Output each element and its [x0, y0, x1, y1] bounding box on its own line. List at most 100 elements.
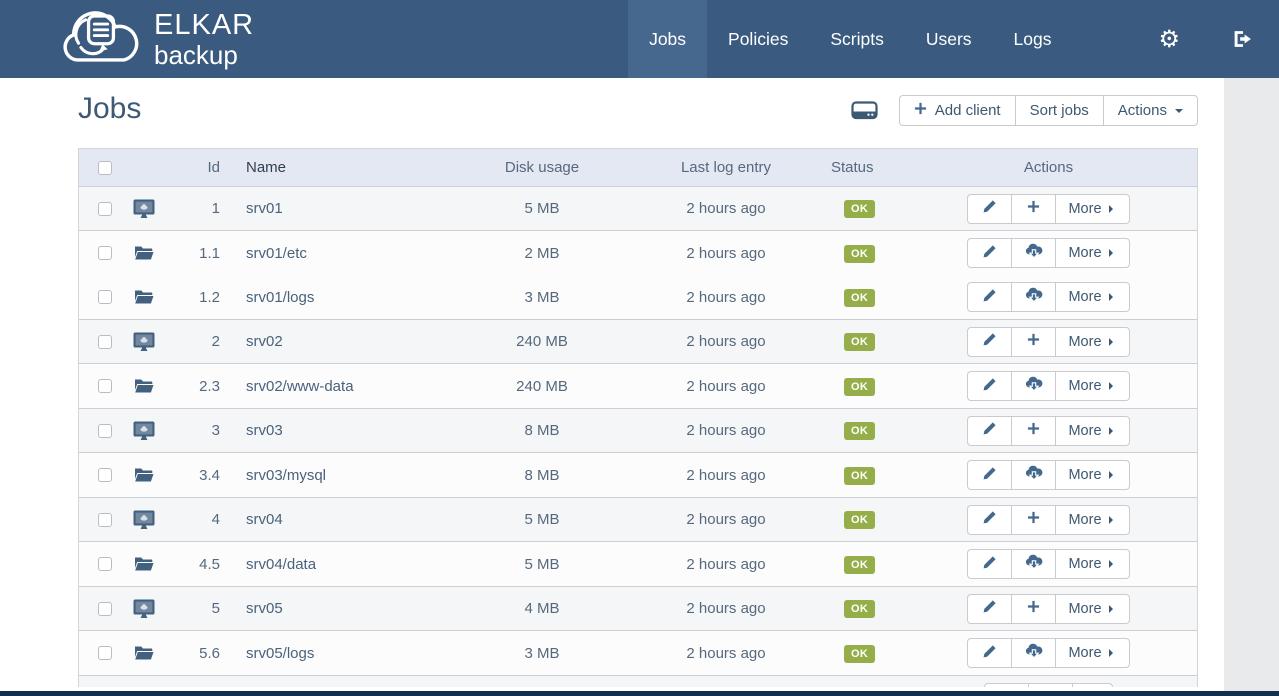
more-label: More: [1068, 512, 1101, 528]
restore-button[interactable]: [1011, 282, 1055, 312]
more-button[interactable]: More: [1055, 594, 1129, 624]
add-job-button[interactable]: [1011, 594, 1055, 624]
edit-button[interactable]: [967, 460, 1011, 490]
restore-button[interactable]: [1011, 238, 1055, 268]
brand-text: ELKAR backup: [154, 11, 254, 68]
actions-dropdown-button[interactable]: Actions: [1103, 95, 1198, 126]
pencil-icon: [982, 377, 997, 396]
more-label: More: [1068, 556, 1101, 572]
restore-button[interactable]: [1011, 371, 1055, 401]
more-button[interactable]: More: [1055, 549, 1129, 579]
row-id: 1.1: [166, 245, 224, 262]
chevron-right-icon: [1109, 471, 1117, 479]
nav-item-logs[interactable]: Logs: [993, 0, 1073, 78]
pencil-icon: [982, 332, 997, 351]
restore-button[interactable]: [1011, 638, 1055, 668]
nav-item-policies[interactable]: Policies: [707, 0, 809, 78]
row-name[interactable]: srv04: [224, 511, 442, 528]
edit-button[interactable]: [967, 549, 1011, 579]
more-button[interactable]: More: [1055, 505, 1129, 535]
row-name[interactable]: srv01/logs: [224, 289, 442, 306]
edit-button[interactable]: [967, 282, 1011, 312]
row-name[interactable]: srv02: [224, 333, 442, 350]
logout-icon[interactable]: [1206, 29, 1279, 49]
more-button[interactable]: More: [1055, 238, 1129, 268]
row-checkbox[interactable]: [98, 557, 112, 571]
row-checkbox[interactable]: [98, 602, 112, 616]
more-button[interactable]: [1072, 683, 1113, 687]
add-job-button[interactable]: [1011, 327, 1055, 357]
row-checkbox[interactable]: [98, 379, 112, 393]
cloud-restore-icon: [1025, 376, 1043, 396]
row-checkbox[interactable]: [98, 290, 112, 304]
row-checkbox[interactable]: [98, 468, 112, 482]
row-checkbox[interactable]: [98, 335, 112, 349]
chevron-right-icon: [1109, 649, 1117, 657]
row-name[interactable]: srv05: [224, 600, 442, 617]
last-log-column-header: Last log entry: [642, 159, 810, 176]
page-title: Jobs: [78, 92, 141, 126]
restore-button[interactable]: [1011, 460, 1055, 490]
more-label: More: [1068, 245, 1101, 261]
more-button[interactable]: More: [1055, 327, 1129, 357]
more-button[interactable]: More: [1055, 371, 1129, 401]
disk-usage-icon[interactable]: [851, 100, 878, 122]
settings-gear-icon[interactable]: ⚙: [1132, 27, 1206, 51]
row-name[interactable]: srv01/etc: [224, 245, 442, 262]
row-checkbox[interactable]: [98, 424, 112, 438]
more-button[interactable]: More: [1055, 194, 1129, 224]
pencil-icon: [982, 199, 997, 218]
row-checkbox[interactable]: [98, 646, 112, 660]
nav-item-jobs[interactable]: Jobs: [628, 0, 707, 78]
edit-button[interactable]: [967, 594, 1011, 624]
actions-label: Actions: [1118, 102, 1167, 119]
nav-item-users[interactable]: Users: [905, 0, 993, 78]
add-job-button[interactable]: [1011, 416, 1055, 446]
cloud-restore-icon: [1025, 643, 1043, 663]
row-checkbox[interactable]: [98, 246, 112, 260]
row-name[interactable]: srv02/www-data: [224, 378, 442, 395]
edit-button[interactable]: [967, 638, 1011, 668]
edit-button[interactable]: [967, 371, 1011, 401]
add-client-button[interactable]: Add client: [899, 95, 1015, 126]
select-all-checkbox[interactable]: [98, 161, 112, 175]
row-name[interactable]: srv03/mysql: [224, 467, 442, 484]
more-button[interactable]: More: [1055, 416, 1129, 446]
row-name[interactable]: srv05/logs: [224, 645, 442, 662]
row-name[interactable]: srv03: [224, 422, 442, 439]
row-name[interactable]: srv04/data: [224, 556, 442, 573]
edit-button[interactable]: [967, 416, 1011, 446]
row-actions-group: More: [967, 594, 1129, 624]
row-last-log: 2 hours ago: [642, 333, 810, 350]
client-monitor-icon: [121, 199, 166, 219]
more-button[interactable]: More: [1055, 638, 1129, 668]
row-disk-usage: 240 MB: [442, 378, 642, 395]
status-column-header: Status: [810, 159, 950, 176]
more-button[interactable]: More: [1055, 460, 1129, 490]
row-checkbox[interactable]: [98, 202, 112, 216]
restore-button[interactable]: [1011, 549, 1055, 579]
more-label: More: [1068, 289, 1101, 305]
status-cell: OK: [810, 644, 950, 663]
edit-button[interactable]: [984, 683, 1028, 687]
status-cell: OK: [810, 466, 950, 485]
add-job-button[interactable]: [1028, 683, 1072, 687]
status-badge: OK: [844, 511, 875, 529]
add-job-button[interactable]: [1011, 505, 1055, 535]
row-id: 4: [166, 511, 224, 528]
row-checkbox[interactable]: [98, 513, 112, 527]
brand-logo[interactable]: ELKAR backup: [58, 7, 254, 72]
actions-cell: More: [950, 416, 1199, 446]
row-actions-group: More: [967, 505, 1129, 535]
edit-button[interactable]: [967, 194, 1011, 224]
nav-item-scripts[interactable]: Scripts: [809, 0, 904, 78]
add-job-button[interactable]: [1011, 194, 1055, 224]
sort-jobs-button[interactable]: Sort jobs: [1015, 95, 1103, 126]
edit-button[interactable]: [967, 238, 1011, 268]
client-group: 2srv02240 MB2 hours agoOKMore2.3srv02/ww…: [79, 320, 1197, 409]
edit-button[interactable]: [967, 505, 1011, 535]
id-column-header: Id: [166, 159, 224, 176]
more-button[interactable]: More: [1055, 282, 1129, 312]
edit-button[interactable]: [967, 327, 1011, 357]
row-name[interactable]: srv01: [224, 200, 442, 217]
